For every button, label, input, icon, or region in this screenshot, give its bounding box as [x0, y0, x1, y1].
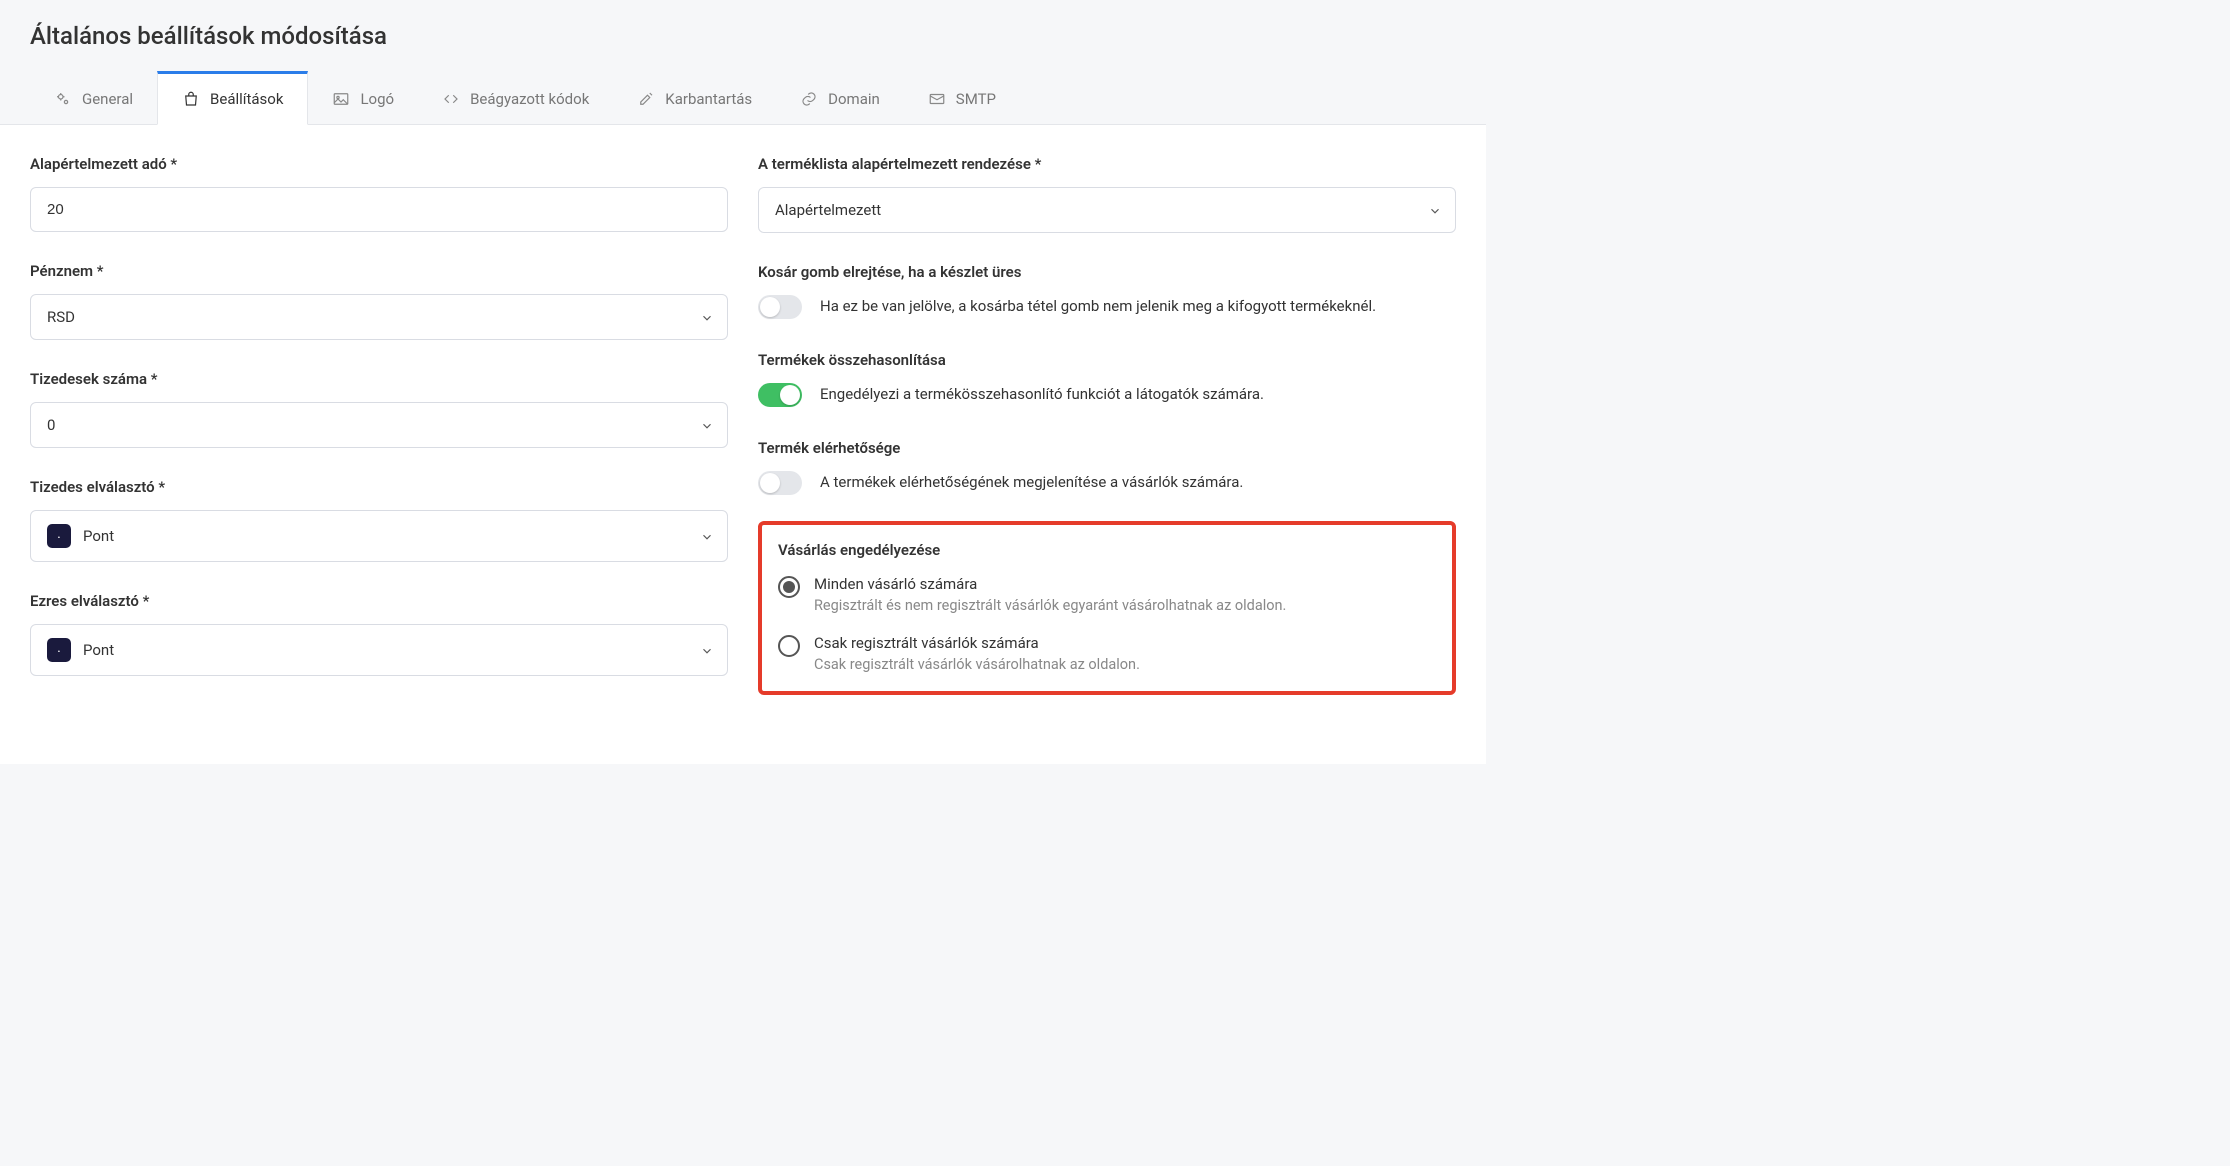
tab-label: General	[82, 90, 133, 108]
availability-label: Termék elérhetősége	[758, 439, 1456, 457]
sort-select[interactable]: Alapértelmezett	[758, 187, 1456, 233]
link-icon	[800, 90, 818, 108]
tab-label: Karbantartás	[665, 90, 752, 108]
code-icon	[442, 90, 460, 108]
currency-select[interactable]: RSD	[30, 294, 728, 340]
purchase-opt2-desc: Csak regisztrált vásárlók vásárolhatnak …	[814, 656, 1140, 673]
tab-label: Beágyazott kódok	[470, 90, 589, 108]
currency-label: Pénznem *	[30, 262, 728, 280]
sort-label: A terméklista alapértelmezett rendezése …	[758, 155, 1456, 173]
default-tax-label: Alapértelmezett adó *	[30, 155, 728, 173]
purchase-opt1-desc: Regisztrált és nem regisztrált vásárlók …	[814, 597, 1286, 614]
image-icon	[332, 90, 350, 108]
purchase-radio-registered[interactable]: Csak regisztrált vásárlók számára Csak r…	[778, 634, 1436, 673]
tool-icon	[637, 90, 655, 108]
gear-icon	[54, 90, 72, 108]
compare-toggle[interactable]	[758, 383, 802, 407]
purchase-radio-all[interactable]: Minden vásárló számára Regisztrált és ne…	[778, 575, 1436, 614]
tab-label: SMTP	[956, 90, 996, 108]
purchase-label: Vásárlás engedélyezése	[778, 541, 1436, 559]
tab-logo[interactable]: Logó	[308, 74, 418, 125]
thousand-sep-label: Ezres elválasztó *	[30, 592, 728, 610]
right-column: A terméklista alapértelmezett rendezése …	[758, 155, 1456, 706]
tab-label: Domain	[828, 90, 880, 108]
compare-desc: Engedélyezi a termékösszehasonlító funkc…	[820, 383, 1264, 406]
hide-cart-desc: Ha ez be van jelölve, a kosárba tétel go…	[820, 295, 1376, 318]
purchase-opt2-title: Csak regisztrált vásárlók számára	[814, 634, 1140, 652]
radio-icon	[778, 635, 800, 657]
thousand-sep-value: Pont	[83, 641, 114, 659]
separator-badge-icon: .	[47, 524, 71, 548]
purchase-opt1-title: Minden vásárló számára	[814, 575, 1286, 593]
tab-domain[interactable]: Domain	[776, 74, 904, 125]
availability-toggle[interactable]	[758, 471, 802, 495]
mail-icon	[928, 90, 946, 108]
tab-label: Beállítások	[210, 90, 283, 108]
decimal-sep-value: Pont	[83, 527, 114, 545]
tab-settings[interactable]: Beállítások	[157, 71, 308, 125]
hide-cart-label: Kosár gomb elrejtése, ha a készlet üres	[758, 263, 1456, 281]
compare-label: Termékek összehasonlítása	[758, 351, 1456, 369]
radio-icon	[778, 576, 800, 598]
tab-label: Logó	[360, 90, 394, 108]
bag-icon	[182, 90, 200, 108]
default-tax-input[interactable]	[30, 187, 728, 232]
tab-embed[interactable]: Beágyazott kódok	[418, 74, 613, 125]
decimals-label: Tizedesek száma *	[30, 370, 728, 388]
page-title: Általános beállítások módosítása	[30, 22, 1456, 50]
separator-badge-icon: .	[47, 638, 71, 662]
availability-desc: A termékek elérhetőségének megjelenítése…	[820, 471, 1243, 494]
tabs: General Beállítások Logó Beágyazott kódo…	[30, 74, 1456, 125]
decimal-sep-select[interactable]: . Pont	[30, 510, 728, 562]
hide-cart-toggle[interactable]	[758, 295, 802, 319]
tab-maintenance[interactable]: Karbantartás	[613, 74, 776, 125]
decimal-sep-label: Tizedes elválasztó *	[30, 478, 728, 496]
decimals-select[interactable]: 0	[30, 402, 728, 448]
tab-general[interactable]: General	[30, 74, 157, 125]
purchase-enable-highlight: Vásárlás engedélyezése Minden vásárló sz…	[758, 521, 1456, 695]
thousand-sep-select[interactable]: . Pont	[30, 624, 728, 676]
tab-smtp[interactable]: SMTP	[904, 74, 1020, 125]
left-column: Alapértelmezett adó * Pénznem * RSD Tize…	[30, 155, 728, 706]
